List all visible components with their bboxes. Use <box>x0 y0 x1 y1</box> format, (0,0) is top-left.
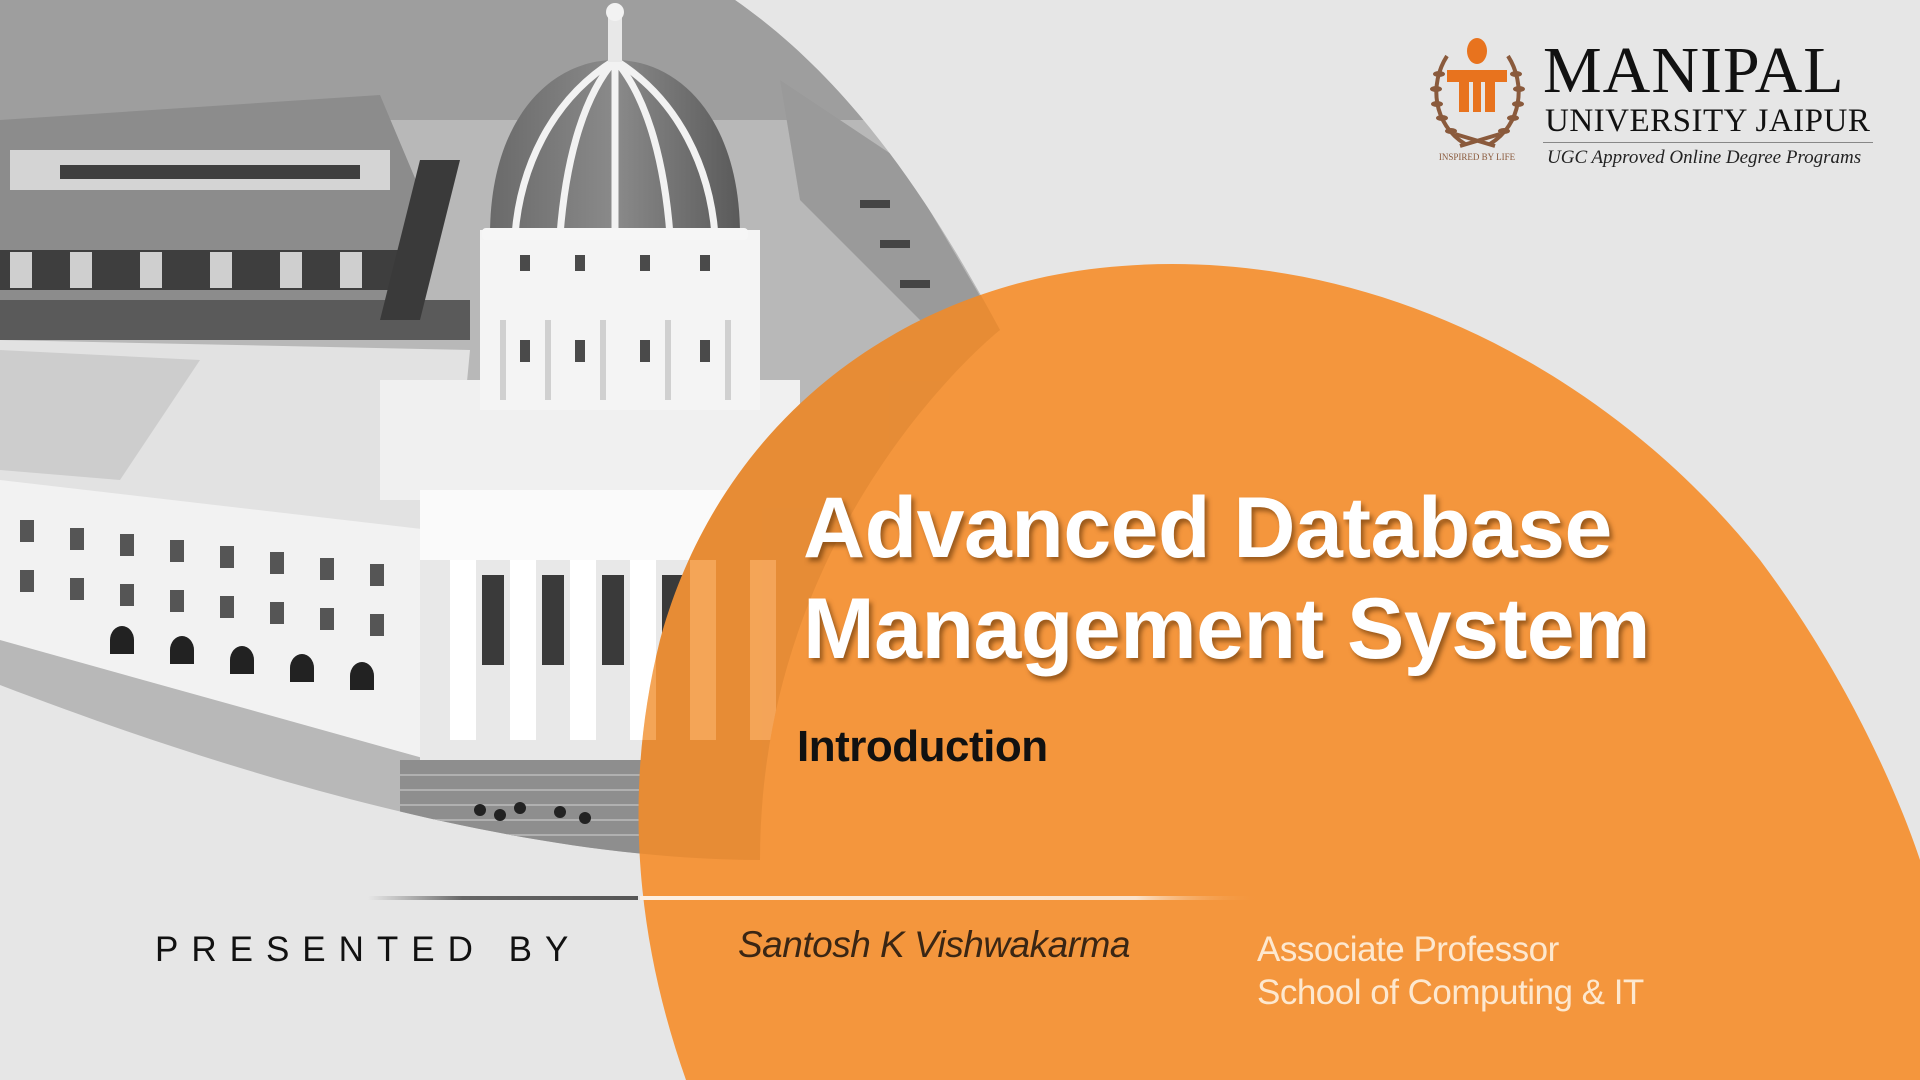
logo-wordmark-university: UNIVERSITY JAIPUR <box>1545 103 1871 139</box>
university-logo: INSPIRED BY LIFE MANIPAL UNIVERSITY JAIP… <box>1425 34 1875 169</box>
presented-by-label: PRESENTED BY <box>155 930 582 969</box>
presenter-role: Associate Professor School of Computing … <box>1257 928 1644 1014</box>
emblem-motto: INSPIRED BY LIFE <box>1439 152 1516 162</box>
divider-line-right <box>640 896 1260 900</box>
logo-wordmark-manipal: MANIPAL <box>1543 34 1845 107</box>
logo-tagline: UGC Approved Online Degree Programs <box>1547 147 1862 168</box>
presenter-designation: Associate Professor <box>1257 930 1559 969</box>
slide-title: Advanced Database Management System <box>803 478 1651 680</box>
title-slide: INSPIRED BY LIFE MANIPAL UNIVERSITY JAIP… <box>0 0 1920 1080</box>
title-line-2: Management System <box>803 581 1651 677</box>
title-line-1: Advanced Database <box>803 480 1612 576</box>
logo-divider <box>1543 142 1873 143</box>
presenter-name: Santosh K Vishwakarma <box>738 924 1130 965</box>
manipal-emblem-icon: INSPIRED BY LIFE <box>1430 38 1525 162</box>
slide-subtitle: Introduction <box>797 722 1048 771</box>
presenter-department: School of Computing & IT <box>1257 973 1644 1012</box>
divider-line-left <box>368 896 638 900</box>
